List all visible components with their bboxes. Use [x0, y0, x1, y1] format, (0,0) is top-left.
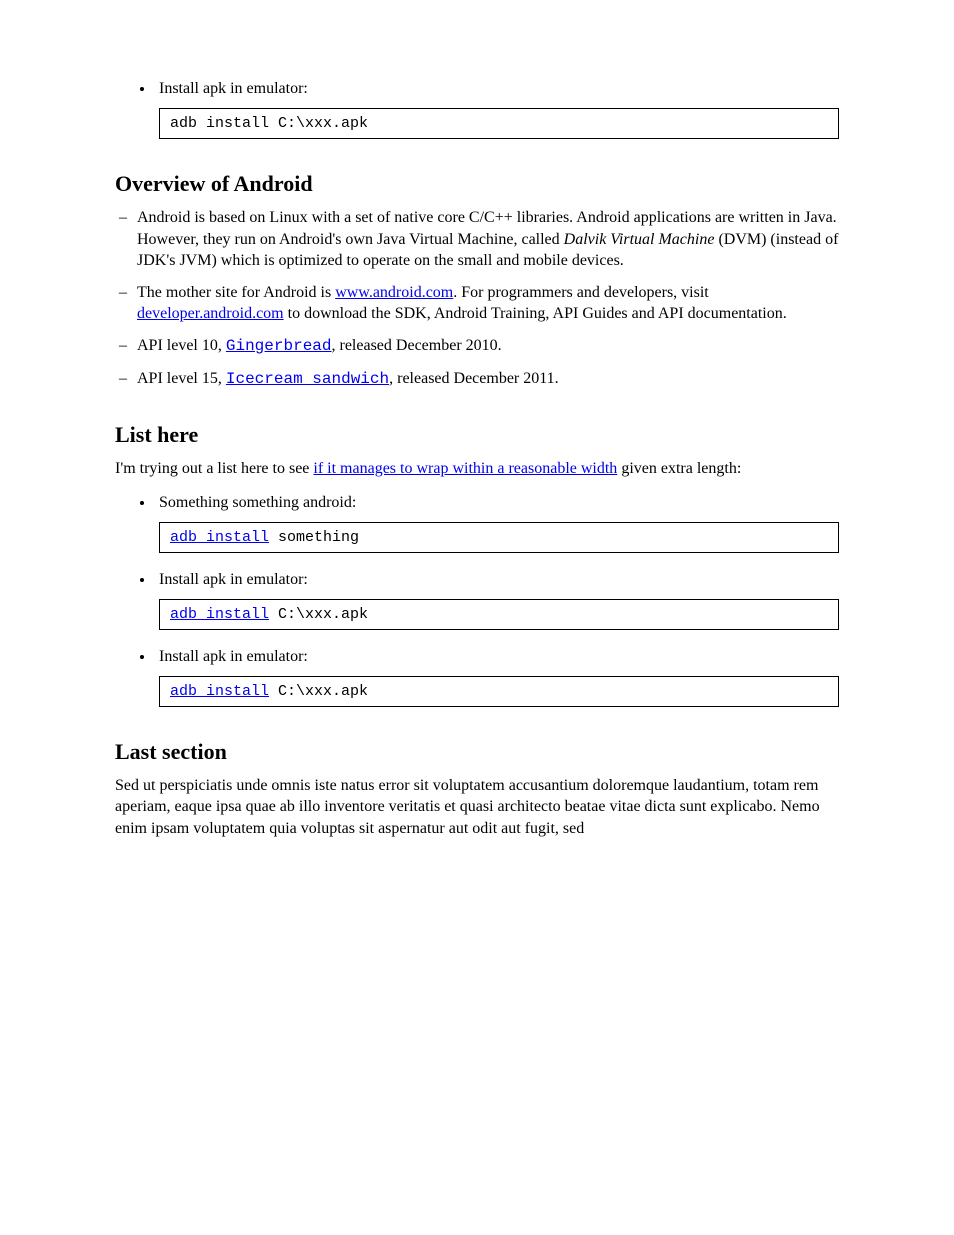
heading-overview: Overview of Android: [115, 171, 839, 197]
code-post: something: [269, 529, 359, 546]
link-developer-android-com[interactable]: developer.android.com: [137, 305, 284, 322]
code-link[interactable]: adb install: [170, 683, 269, 700]
overview-item-3: API level 10, Gingerbread, released Dece…: [115, 335, 839, 358]
overview-item-2: The mother site for Android is www.andro…: [115, 282, 839, 325]
item-label: Install apk in emulator:: [159, 648, 308, 665]
text: API level 10,: [137, 337, 226, 354]
link-gingerbread[interactable]: Gingerbread: [226, 337, 332, 355]
top-list: Install apk in emulator: adb install C:\…: [115, 80, 839, 139]
code-block: adb install C:\xxx.apk: [159, 676, 839, 707]
top-item-label: Install apk in emulator:: [159, 80, 308, 97]
item-label: Something something android:: [159, 494, 356, 511]
code-link[interactable]: adb install: [170, 529, 269, 546]
intro-post: given extra length:: [617, 460, 741, 477]
overview-list: Android is based on Linux with a set of …: [115, 207, 839, 390]
intro-link[interactable]: if it manages to wrap within a reasonabl…: [313, 460, 617, 477]
heading-list-here: List here: [115, 422, 839, 448]
code-block: adb install C:\xxx.apk: [159, 108, 839, 139]
emph: Dalvik Virtual Machine: [564, 231, 715, 248]
last-section-para: Sed ut perspiciatis unde omnis iste natu…: [115, 775, 839, 840]
text: The mother site for Android is: [137, 284, 335, 301]
text: , released December 2010.: [332, 337, 502, 354]
code-link[interactable]: adb install: [170, 606, 269, 623]
code-post: C:\xxx.apk: [269, 683, 368, 700]
code-block: adb install something: [159, 522, 839, 553]
item-label: Install apk in emulator:: [159, 571, 308, 588]
intro-pre: I'm trying out a list here to see: [115, 460, 313, 477]
text: to download the SDK, Android Training, A…: [284, 305, 787, 322]
code-text: adb install C:\xxx.apk: [170, 115, 368, 132]
list-here: Something something android: adb install…: [115, 494, 839, 707]
text: API level 15,: [137, 370, 226, 387]
list-item: Something something android: adb install…: [155, 494, 839, 553]
overview-item-1: Android is based on Linux with a set of …: [115, 207, 839, 272]
list-item: Install apk in emulator: adb install C:\…: [155, 571, 839, 630]
code-post: C:\xxx.apk: [269, 606, 368, 623]
top-list-item: Install apk in emulator: adb install C:\…: [155, 80, 839, 139]
link-android-com[interactable]: www.android.com: [335, 284, 453, 301]
link-icecream-sandwich[interactable]: Icecream sandwich: [226, 370, 389, 388]
code-block: adb install C:\xxx.apk: [159, 599, 839, 630]
heading-last-section: Last section: [115, 739, 839, 765]
text: , released December 2011.: [389, 370, 559, 387]
list-here-intro: I'm trying out a list here to see if it …: [115, 458, 839, 480]
overview-item-4: API level 15, Icecream sandwich, release…: [115, 368, 839, 391]
list-item: Install apk in emulator: adb install C:\…: [155, 648, 839, 707]
text: . For programmers and developers, visit: [453, 284, 709, 301]
